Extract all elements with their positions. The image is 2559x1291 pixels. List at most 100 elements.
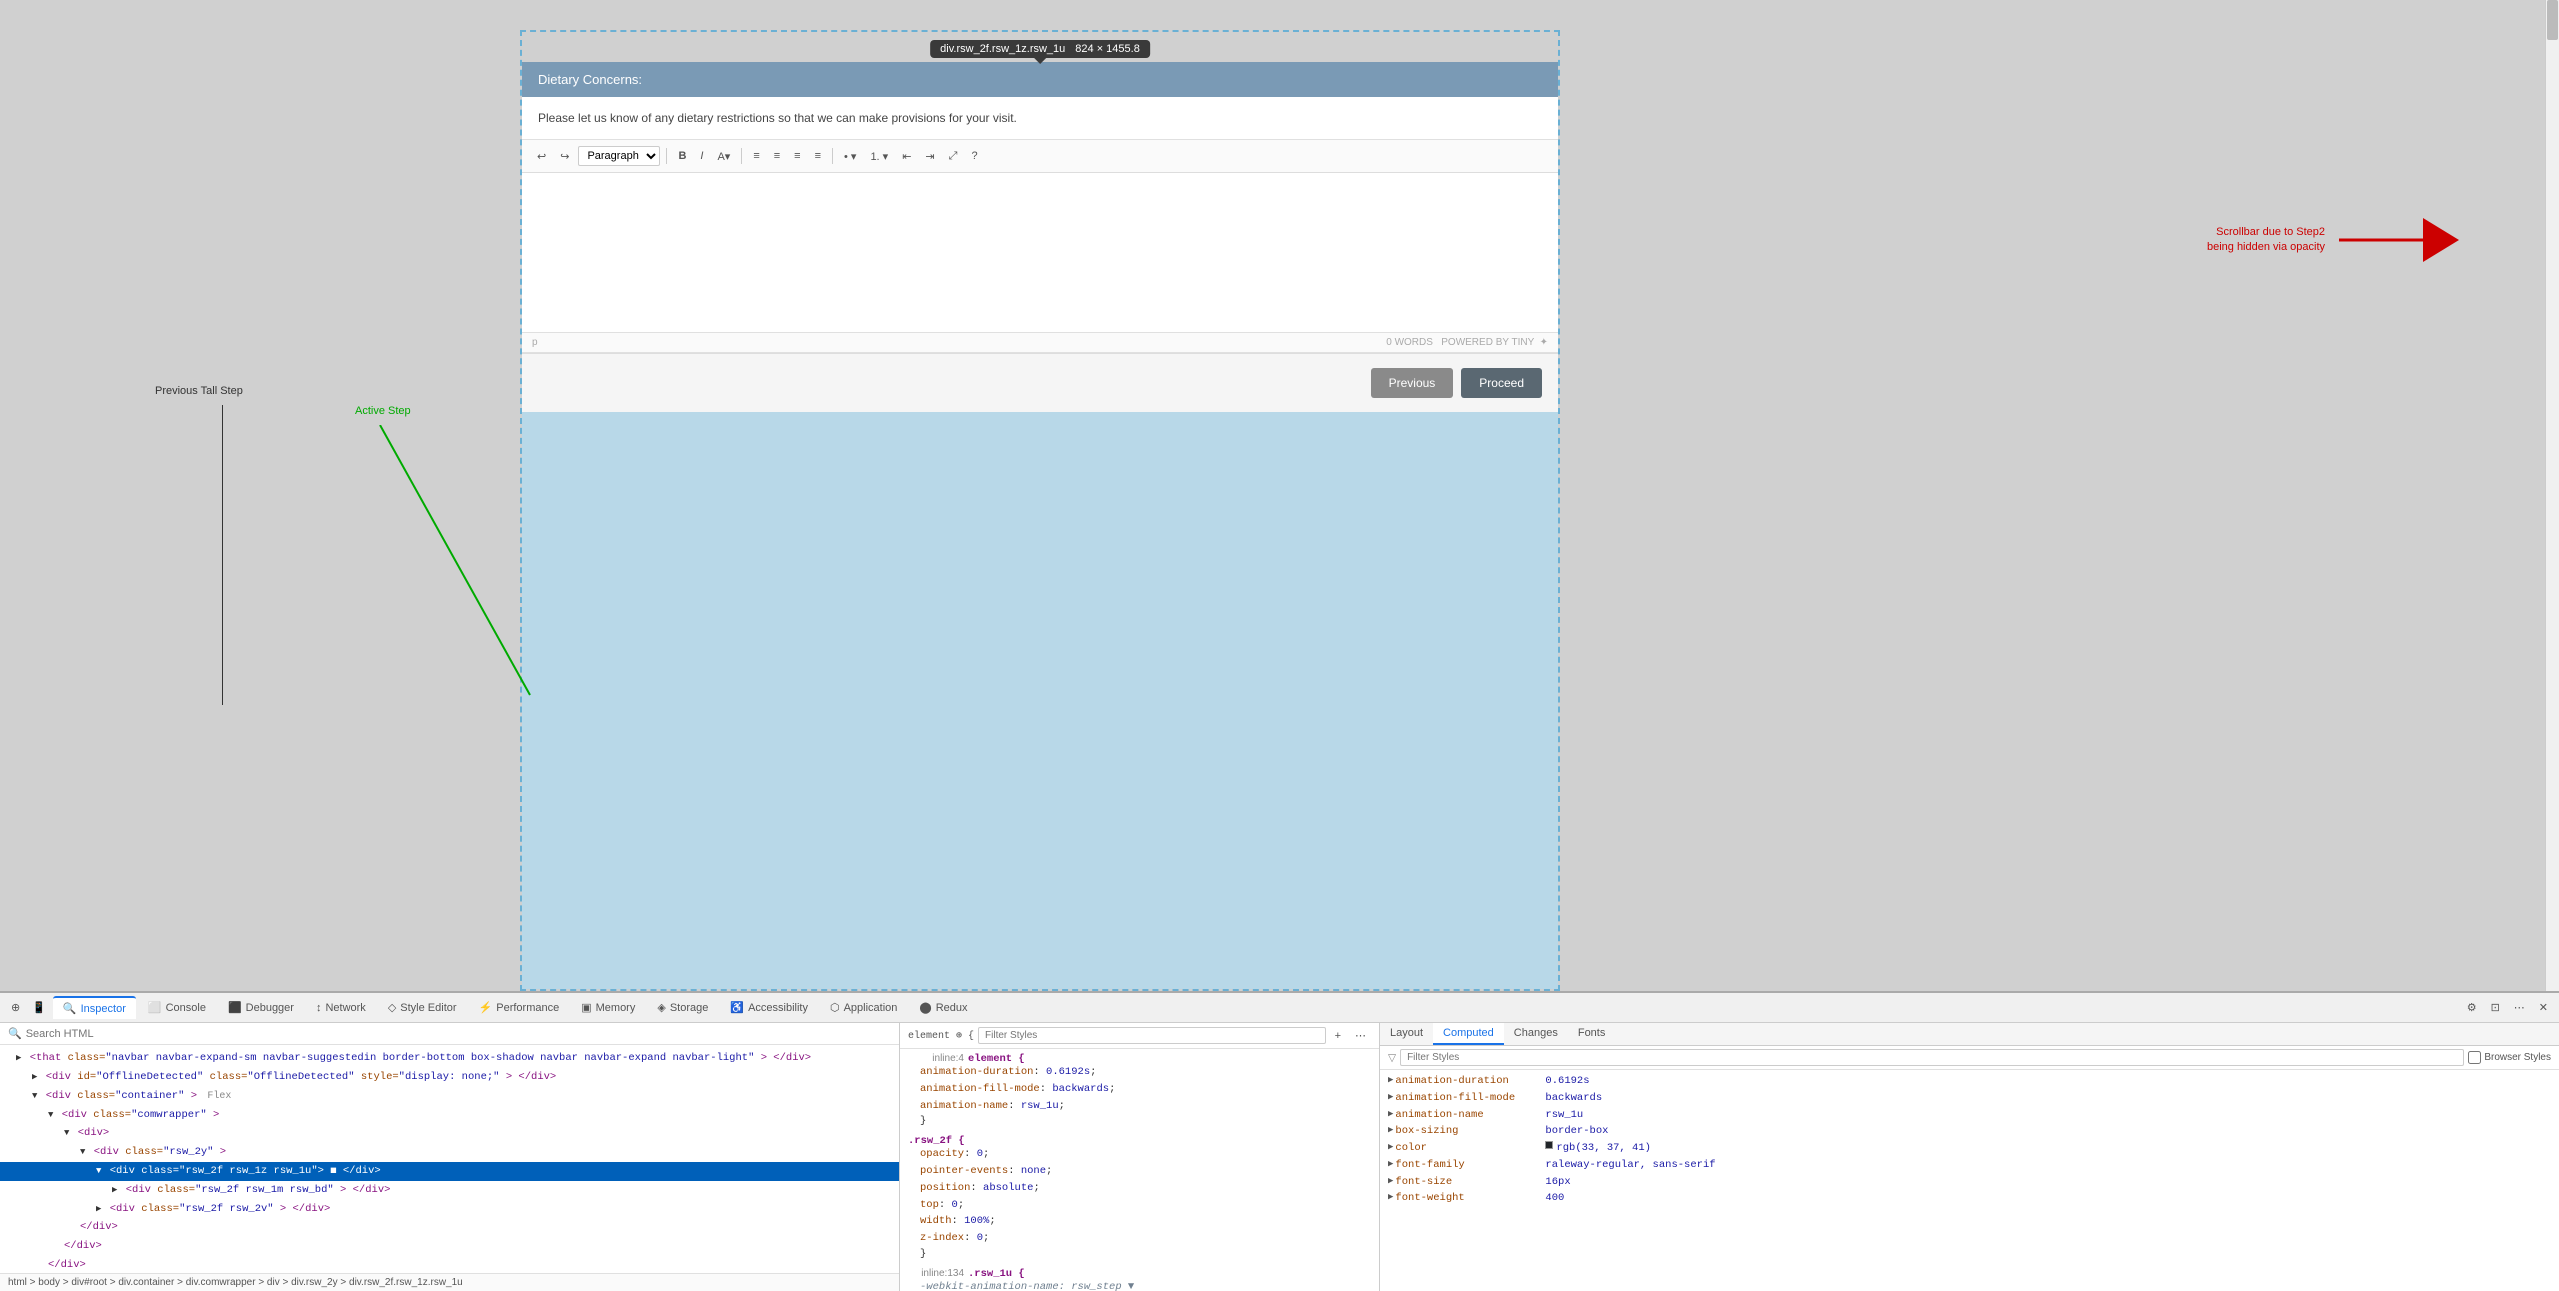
help-button[interactable]: ? (966, 148, 982, 164)
collapse-icon-2[interactable] (32, 1070, 37, 1084)
collapse-icon-4[interactable] (48, 1108, 53, 1122)
form-title: Dietary Concerns: (538, 72, 642, 87)
devtools-action-icons: ⚙ ⊡ ⋯ ✕ (2462, 998, 2553, 1017)
highlight-button[interactable]: A▾ (712, 148, 735, 165)
devtools-dock[interactable]: ⊡ (2486, 998, 2505, 1017)
color-swatch (1545, 1141, 1553, 1149)
devtools-responsive[interactable]: 📱 (27, 998, 51, 1017)
scrollbar-right[interactable] (2545, 0, 2559, 991)
breadcrumb-content[interactable]: html > body > div#root > div.container >… (8, 1277, 463, 1288)
devtools-settings[interactable]: ⚙ (2462, 998, 2482, 1017)
bold-button[interactable]: B (673, 148, 691, 164)
tab-inspector[interactable]: 🔍 Inspector (53, 996, 136, 1019)
tab-debugger[interactable]: ⬛ Debugger (218, 997, 304, 1018)
italic-button[interactable]: I (695, 148, 708, 164)
computed-content: ▶ animation-duration 0.6192s ▶ animation… (1380, 1070, 2559, 1291)
collapse-icon-3[interactable] (32, 1089, 37, 1103)
subtab-changes[interactable]: Changes (1504, 1023, 1568, 1045)
styles-more[interactable]: ⋯ (1350, 1026, 1371, 1045)
html-line-5[interactable]: <div> (0, 1124, 899, 1143)
search-html-input[interactable] (26, 1028, 226, 1040)
computed-prop-color: ▶ color rgb(33, 37, 41) (1388, 1141, 2551, 1157)
tooltip-element-name: div.rsw_2f.rsw_1z.rsw_1u (940, 43, 1065, 55)
collapse-icon-8[interactable] (112, 1183, 117, 1197)
redo-button[interactable]: ↪ (555, 148, 574, 165)
tab-application[interactable]: ⬡ Application (820, 997, 907, 1018)
align-center-button[interactable]: ≡ (769, 148, 785, 164)
indent-left-button[interactable]: ⇤ (897, 148, 916, 165)
proceed-button[interactable]: Proceed (1461, 368, 1542, 398)
search-icon: 🔍 (8, 1027, 22, 1040)
html-line-6[interactable]: <div class="rsw_2y" > (0, 1143, 899, 1162)
tab-redux[interactable]: ⬤ Redux (909, 997, 977, 1018)
debugger-label: Debugger (246, 1002, 294, 1014)
previous-button[interactable]: Previous (1371, 368, 1454, 398)
html-line-1[interactable]: <that class="navbar navbar-expand-sm nav… (0, 1049, 899, 1068)
tab-console[interactable]: ⬜ Console (138, 997, 216, 1018)
align-justify-button[interactable]: ≡ (810, 148, 826, 164)
browser-styles-label[interactable]: Browser Styles (2468, 1051, 2551, 1064)
debugger-icon: ⬛ (228, 1001, 242, 1014)
css-block-1: animation-duration : 0.6192s ; animation… (908, 1065, 1371, 1114)
html-line-7-selected[interactable]: <div class="rsw_2f rsw_1z rsw_1u"> ◼ </d… (0, 1162, 899, 1181)
tooltip-dimensions: 824 × 1455.8 (1075, 43, 1140, 55)
computed-panel: Layout Computed Changes Fonts ▽ Browse (1380, 1023, 2559, 1291)
form-buttons: Previous Proceed (522, 353, 1558, 412)
paragraph-select[interactable]: Paragraph (578, 146, 660, 166)
editor-toolbar: ↩ ↪ Paragraph B I A▾ ≡ ≡ ≡ ≡ • ▾ 1. ▾ ⇤ … (522, 140, 1558, 173)
tab-storage[interactable]: ◈ Storage (647, 997, 718, 1018)
tab-style-editor[interactable]: ◇ Style Editor (378, 997, 467, 1018)
tab-network[interactable]: ↕ Network (306, 998, 376, 1018)
collapse-icon-1[interactable] (16, 1051, 21, 1065)
accessibility-icon: ♿ (730, 1001, 744, 1014)
html-panel: 🔍 <that class="navbar navbar-expand-sm n… (0, 1023, 900, 1291)
collapse-icon-5[interactable] (64, 1126, 69, 1140)
tab-memory[interactable]: ▣ Memory (571, 997, 645, 1018)
css-selector-3: .rsw_1u { (968, 1268, 1025, 1280)
editor-footer: p 0 WORDS POWERED BY TINY ✦ (522, 333, 1558, 353)
tab-accessibility[interactable]: ♿ Accessibility (720, 997, 818, 1018)
subtab-fonts[interactable]: Fonts (1568, 1023, 1616, 1045)
toolbar-separator-2 (741, 148, 742, 164)
devtools-close[interactable]: ✕ (2534, 998, 2553, 1017)
memory-label: Memory (596, 1002, 636, 1014)
tab-performance[interactable]: ⚡ Performance (469, 997, 570, 1018)
subtab-layout[interactable]: Layout (1380, 1023, 1433, 1045)
align-right-button[interactable]: ≡ (789, 148, 805, 164)
element-tooltip: div.rsw_2f.rsw_1z.rsw_1u 824 × 1455.8 (930, 40, 1150, 58)
add-style-rule[interactable]: + (1330, 1027, 1346, 1045)
html-line-2[interactable]: <div id="OfflineDetected" class="Offline… (0, 1068, 899, 1087)
html-line-8[interactable]: <div class="rsw_2f rsw_1m rsw_bd" > </di… (0, 1181, 899, 1200)
undo-button[interactable]: ↩ (532, 148, 551, 165)
devtools-more[interactable]: ⋯ (2509, 998, 2530, 1017)
computed-subtabs: Layout Computed Changes Fonts (1380, 1023, 2559, 1046)
numbered-list-button[interactable]: 1. ▾ (865, 148, 893, 165)
breadcrumb: html > body > div#root > div.container >… (0, 1273, 899, 1291)
editor-content[interactable] (522, 173, 1558, 333)
styles-panel: element ⊕ { + ⋯ inline:4 element { anima… (900, 1023, 1380, 1291)
styles-toolbar: element ⊕ { + ⋯ (900, 1023, 1379, 1049)
align-left-button[interactable]: ≡ (748, 148, 764, 164)
collapse-icon-7[interactable] (96, 1164, 101, 1178)
light-blue-area (522, 412, 1558, 989)
scrollbar-thumb[interactable] (2547, 0, 2558, 40)
subtab-computed[interactable]: Computed (1433, 1023, 1504, 1045)
browser-styles-checkbox[interactable] (2468, 1051, 2481, 1064)
collapse-icon-6[interactable] (80, 1145, 85, 1159)
toolbar-separator-3 (832, 148, 833, 164)
fullscreen-button[interactable]: ⤢ (944, 148, 963, 165)
indent-right-button[interactable]: ⇥ (920, 148, 939, 165)
filter-styles-input[interactable] (978, 1027, 1326, 1044)
application-label: Application (844, 1002, 898, 1014)
html-line-3[interactable]: <div class="container" > Flex (0, 1087, 899, 1106)
html-line-9[interactable]: <div class="rsw_2f rsw_2v" > </div> (0, 1200, 899, 1219)
html-line-4[interactable]: <div class="comwrapper" > (0, 1106, 899, 1125)
prev-step-line (222, 405, 223, 705)
css-rule-element: inline:4 element { animation-duration : … (908, 1053, 1371, 1127)
bullet-list-button[interactable]: • ▾ (839, 148, 861, 165)
collapse-icon-9[interactable] (96, 1202, 101, 1216)
inline-label-1: inline:4 (908, 1053, 968, 1064)
devtools-pick-element[interactable]: ⊕ (6, 998, 25, 1017)
html-line-12: </div> (0, 1256, 899, 1273)
filter-computed-input[interactable] (1400, 1049, 2464, 1066)
